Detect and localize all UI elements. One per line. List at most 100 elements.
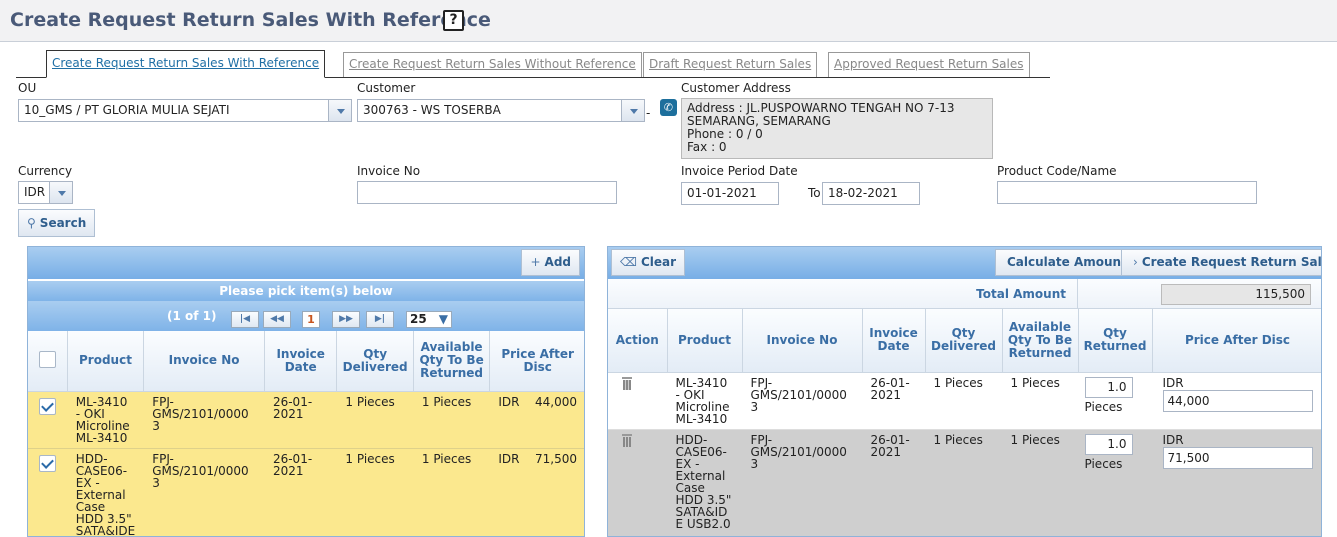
tab-draft[interactable]: Draft Request Return Sales — [643, 52, 818, 77]
delete-icon[interactable] — [622, 433, 632, 447]
period-to-label: To — [808, 186, 821, 200]
row-price-value: 44,000 — [535, 394, 577, 409]
row-product: ML-3410 - OKI Microline ML-3410 — [667, 372, 742, 430]
delete-icon[interactable] — [622, 376, 632, 390]
invoice-no-input[interactable] — [357, 181, 617, 204]
qty-unit: Pieces — [1084, 399, 1123, 414]
row-currency: IDR — [1162, 375, 1184, 390]
select-all-header — [28, 331, 68, 392]
total-amount-value: 115,500 — [1161, 284, 1311, 305]
col-invoice-date: Invoice Date — [862, 309, 926, 373]
page-size-select[interactable]: 25 ▼ — [406, 311, 452, 328]
prev-page-icon[interactable]: ◀◀ — [263, 311, 291, 328]
pager: (1 of 1) |◀ ◀◀ 1 ▶▶ ▶| 25 ▼ — [28, 301, 584, 331]
return-items-panel: ⌫ Clear Calculate Amount › Create Request … — [607, 246, 1322, 537]
first-page-icon[interactable]: |◀ — [231, 311, 259, 328]
divider — [1077, 279, 1078, 309]
table-row[interactable]: HDD-CASE06-EX - External Case HDD 3.5" S… — [28, 448, 584, 536]
page-number[interactable]: 1 — [302, 311, 320, 328]
add-button[interactable]: + Add — [521, 249, 580, 276]
chevron-right-icon: › — [1133, 255, 1138, 269]
qty-returned-input[interactable]: 1.0 — [1084, 433, 1133, 455]
calculate-amount-button[interactable]: Calculate Amount — [995, 249, 1139, 276]
right-toolbar: ⌫ Clear Calculate Amount › Create Request … — [608, 247, 1321, 279]
col-qty-delivered: Qty Delivered — [925, 309, 1003, 373]
table-row[interactable]: ML-3410 - OKI Microline ML-3410 FPJ-GMS/… — [28, 391, 584, 449]
customer-address-box: Address : JL.PUSPOWARNO TENGAH NO 7-13 S… — [681, 98, 993, 159]
page-size-value: 25 — [410, 312, 427, 326]
row-checkbox[interactable] — [38, 454, 56, 472]
product-input[interactable] — [997, 181, 1257, 204]
chevron-down-icon[interactable] — [621, 100, 644, 121]
col-product: Product — [667, 309, 743, 373]
col-qty-returned: Qty Returned — [1078, 309, 1153, 373]
help-icon[interactable]: ? — [443, 10, 464, 31]
table-header: Action Product Invoice No Invoice Date Q… — [608, 309, 1321, 373]
row-qty-returned: 1.0 Pieces — [1078, 429, 1152, 536]
ou-value: 10_GMS / PT GLORIA MULIA SEJATI — [24, 103, 230, 117]
clear-button[interactable]: ⌫ Clear — [611, 249, 686, 276]
chevron-down-icon[interactable] — [49, 182, 72, 203]
available-items-table: Product Invoice No Invoice Date Qty Deli… — [28, 331, 584, 536]
address-fax: Fax : 0 — [687, 140, 727, 154]
row-invoice-date: 26-01-2021 — [862, 372, 925, 430]
phone-icon[interactable]: ✆ — [660, 99, 677, 116]
price-input[interactable]: 44,000 — [1162, 389, 1313, 412]
row-checkbox[interactable] — [38, 397, 56, 415]
row-qty-delivered: 1 Pieces — [336, 448, 414, 536]
table-row: HDD-CASE06-EX - External Case HDD 3.5" S… — [608, 429, 1321, 536]
currency-select[interactable]: IDR — [18, 181, 73, 204]
row-qty-returned: 1.0 Pieces — [1078, 372, 1152, 430]
tab-bar: Create Request Return Sales With Referen… — [16, 50, 1050, 78]
row-product: ML-3410 - OKI Microline ML-3410 — [67, 391, 144, 449]
available-items-panel: + Add Please pick item(s) below (1 of 1) … — [27, 246, 585, 537]
tab-without-reference[interactable]: Create Request Return Sales Without Refe… — [343, 52, 642, 77]
ou-label: OU — [18, 81, 37, 95]
row-available-qty: 1 Pieces — [413, 391, 490, 449]
qty-returned-input[interactable]: 1.0 — [1084, 376, 1133, 398]
row-qty-delivered: 1 Pieces — [925, 372, 1002, 430]
pick-header: Please pick item(s) below — [28, 281, 584, 301]
create-request-label: Create Request Return Sales — [1141, 255, 1322, 269]
row-qty-delivered: 1 Pieces — [925, 429, 1002, 536]
row-currency: IDR — [1162, 432, 1184, 447]
qty-unit: Pieces — [1084, 456, 1123, 471]
col-product: Product — [67, 331, 145, 392]
chevron-down-icon: ▼ — [438, 312, 448, 326]
search-button[interactable]: ⚲ Search — [18, 209, 96, 237]
row-available-qty: 1 Pieces — [413, 448, 490, 536]
price-input[interactable]: 71,500 — [1162, 446, 1313, 469]
chevron-down-icon[interactable] — [328, 100, 351, 121]
last-page-icon[interactable]: ▶| — [366, 311, 394, 328]
tab-with-reference[interactable]: Create Request Return Sales With Referen… — [46, 50, 326, 78]
tab-approved[interactable]: Approved Request Return Sales — [828, 52, 1030, 77]
address-phone: Phone : 0 / 0 — [687, 127, 763, 141]
period-to-value: 18-02-2021 — [828, 186, 898, 200]
select-all-checkbox[interactable] — [38, 350, 56, 368]
create-request-button[interactable]: › Create Request Return Sales — [1121, 249, 1322, 276]
total-row: Total Amount 115,500 — [608, 279, 1321, 309]
period-label: Invoice Period Date — [681, 164, 798, 178]
col-available-qty: Available Qty To Be Returned — [413, 331, 491, 392]
row-available-qty: 1 Pieces — [1002, 429, 1078, 536]
row-price: IDR 71,500 — [489, 448, 584, 536]
product-label: Product Code/Name — [997, 164, 1117, 178]
row-product: HDD-CASE06-EX - External Case HDD 3.5" S… — [67, 448, 144, 536]
customer-select[interactable]: 300763 - WS TOSERBA — [357, 99, 645, 122]
next-page-icon[interactable]: ▶▶ — [332, 311, 360, 328]
period-to-input[interactable]: 18-02-2021 ▦ — [822, 182, 920, 205]
customer-value: 300763 - WS TOSERBA — [363, 103, 501, 117]
pager-info: (1 of 1) — [167, 309, 217, 323]
trash-icon: ⌫ — [620, 255, 637, 269]
col-price-after-disc: Price After Disc — [1152, 309, 1321, 373]
row-invoice-date: 26-01-2021 — [862, 429, 925, 536]
table-row: ML-3410 - OKI Microline ML-3410 FPJ-GMS/… — [608, 372, 1321, 430]
row-currency: IDR — [498, 451, 520, 466]
row-qty-delivered: 1 Pieces — [336, 391, 414, 449]
customer-separator: - — [646, 106, 651, 120]
search-icon: ⚲ — [27, 216, 36, 230]
period-from-input[interactable]: 01-01-2021 ▦ — [681, 182, 779, 205]
ou-select[interactable]: 10_GMS / PT GLORIA MULIA SEJATI — [18, 99, 352, 122]
return-items-table: Action Product Invoice No Invoice Date Q… — [608, 309, 1321, 536]
row-price: IDR 71,500 — [1152, 429, 1321, 536]
